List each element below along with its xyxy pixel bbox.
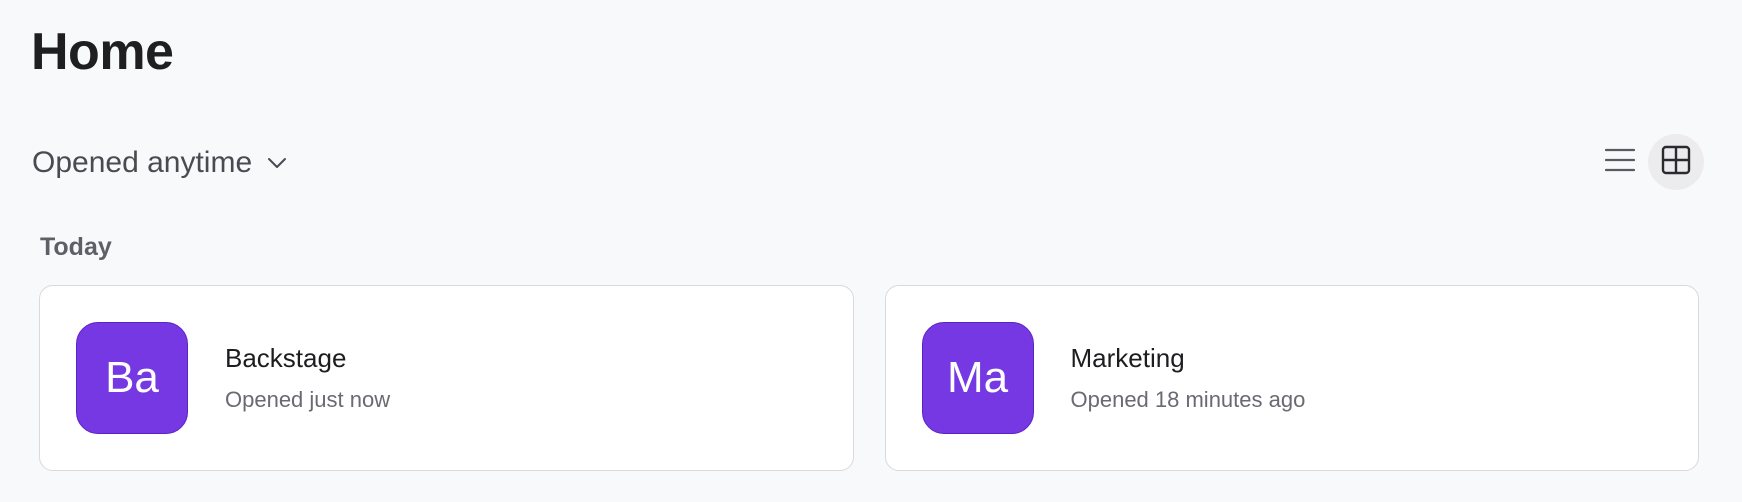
workspace-card-backstage[interactable]: Ba Backstage Opened just now xyxy=(39,285,854,471)
workspace-opened-time: Opened just now xyxy=(225,387,391,412)
grid-view-button[interactable] xyxy=(1648,134,1704,190)
list-view-icon xyxy=(1604,147,1636,178)
chevron-down-icon xyxy=(266,152,288,174)
workspace-avatar: Ma xyxy=(921,322,1034,434)
section-heading-today: Today xyxy=(40,233,112,261)
card-text: Backstage Opened just now xyxy=(225,341,390,415)
recent-items-grid: Ba Backstage Opened just now Ma Marketin… xyxy=(39,285,1699,471)
workspace-avatar: Ba xyxy=(76,322,188,434)
filter-label: Opened anytime xyxy=(32,146,253,179)
list-view-button[interactable] xyxy=(1592,134,1648,190)
grid-view-icon xyxy=(1661,145,1691,180)
workspace-opened-time: Opened 18 minutes ago xyxy=(1070,387,1306,412)
workspace-card-marketing[interactable]: Ma Marketing Opened 18 minutes ago xyxy=(884,285,1699,471)
opened-filter-dropdown[interactable]: Opened anytime xyxy=(32,141,288,185)
workspace-name: Backstage xyxy=(225,343,347,373)
page-title: Home xyxy=(31,23,174,81)
card-text: Marketing Opened 18 minutes ago xyxy=(1071,341,1306,415)
view-toggle xyxy=(1592,134,1704,190)
workspace-name: Marketing xyxy=(1070,343,1185,373)
